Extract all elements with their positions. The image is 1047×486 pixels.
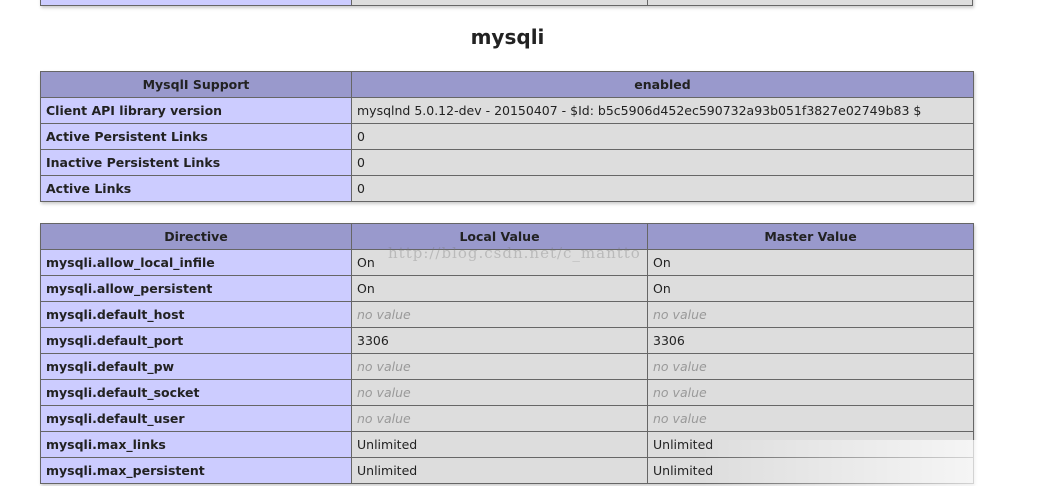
local-value: On <box>351 249 648 276</box>
setting-name: Client API library version <box>40 97 352 124</box>
master-value: 3306 <box>647 327 974 354</box>
master-value: no value <box>647 405 974 432</box>
no-value-text: no value <box>653 307 707 322</box>
table-row: mysqli.max_persistent Unlimited Unlimited <box>40 457 974 484</box>
column-header: Directive <box>40 223 352 250</box>
master-value: Unlimited <box>647 457 974 484</box>
table-row: mysqli.allow_local_infile On On <box>40 249 974 276</box>
setting-value: 0 <box>351 123 974 150</box>
local-value: Unlimited <box>351 457 648 484</box>
table-row: Inactive Persistent Links 0 <box>40 149 974 176</box>
master-value: Unlimited <box>647 431 974 458</box>
local-value: no value <box>351 379 648 406</box>
table-header-row: MysqlI Support enabled <box>40 71 974 98</box>
column-header: Local Value <box>351 223 648 250</box>
directive-name: mysqli.max_persistent <box>40 457 352 484</box>
setting-value: 0 <box>351 175 974 202</box>
master-value: no value <box>647 353 974 380</box>
local-value: no value <box>351 301 648 328</box>
directive-rows: mysqli.allow_local_infile On On mysqli.allo… <box>40 249 974 484</box>
setting-name: Active Links <box>40 175 352 202</box>
directive-name: mysqli.allow_persistent <box>40 275 352 302</box>
no-value-text: no value <box>357 307 411 322</box>
no-value-text: no value <box>357 411 411 426</box>
table-row: mysqli.default_port 3306 3306 <box>40 327 974 354</box>
directive-name: mysqli.default_port <box>40 327 352 354</box>
column-header: enabled <box>351 71 974 98</box>
table-row: Active Links 0 <box>40 175 974 202</box>
setting-name: Inactive Persistent Links <box>40 149 352 176</box>
directive-name: mysqli.allow_local_infile <box>40 249 352 276</box>
column-header: MysqlI Support <box>40 71 352 98</box>
directive-name: mysqli.max_links <box>40 431 352 458</box>
master-value: no value <box>647 301 974 328</box>
master-value: no value <box>647 379 974 406</box>
local-value: 3306 <box>351 327 648 354</box>
directive-name: mysqli.default_host <box>40 301 352 328</box>
setting-value: 0 <box>351 149 974 176</box>
table-row: mysqli.default_user no value no value <box>40 405 974 432</box>
no-value-text: no value <box>357 359 411 374</box>
directive-name: mysqli.default_user <box>40 405 352 432</box>
table-row: mysqli.default_pw no value no value <box>40 353 974 380</box>
section-title: mysqli <box>470 25 545 49</box>
local-value: Unlimited <box>351 431 648 458</box>
previous-table-fragment <box>40 0 973 6</box>
table-row: mysqli.max_links Unlimited Unlimited <box>40 431 974 458</box>
table-row: mysqli.default_socket no value no value <box>40 379 974 406</box>
local-value: no value <box>351 353 648 380</box>
setting-name: Active Persistent Links <box>40 123 352 150</box>
master-value: On <box>647 249 974 276</box>
directive-name: mysqli.default_socket <box>40 379 352 406</box>
table-row: mysqli.allow_persistent On On <box>40 275 974 302</box>
table-row: Active Persistent Links 0 <box>40 123 974 150</box>
no-value-text: no value <box>653 359 707 374</box>
column-header: Master Value <box>647 223 974 250</box>
setting-value: mysqlnd 5.0.12-dev - 20150407 - $Id: b5c… <box>351 97 974 124</box>
table-header-row: Directive Local Value Master Value <box>40 223 974 250</box>
no-value-text: no value <box>653 411 707 426</box>
directive-name: mysqli.default_pw <box>40 353 352 380</box>
directive-table: Directive Local Value Master Value mysql… <box>40 223 974 484</box>
table-row: mysqli.default_host no value no value <box>40 301 974 328</box>
local-value: no value <box>351 405 648 432</box>
no-value-text: no value <box>357 385 411 400</box>
no-value-text: no value <box>653 385 707 400</box>
table-row: Client API library version mysqlnd 5.0.1… <box>40 97 974 124</box>
local-value: On <box>351 275 648 302</box>
master-value: On <box>647 275 974 302</box>
mysqli-support-table: MysqlI Support enabled Client API librar… <box>40 71 974 202</box>
